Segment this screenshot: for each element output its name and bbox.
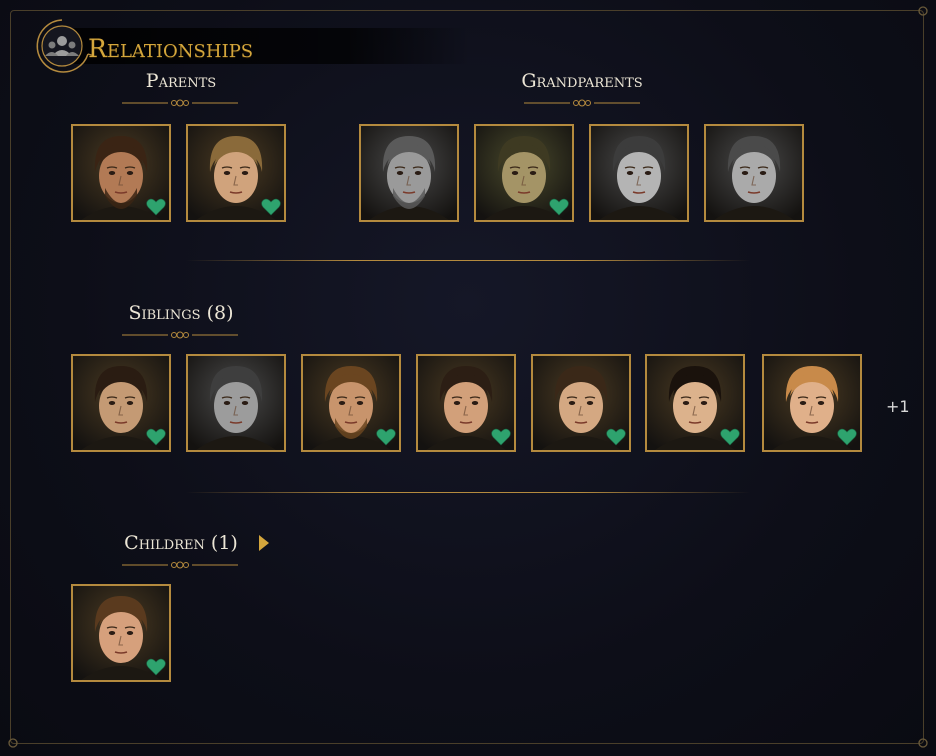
label-underline-ornament <box>122 330 238 340</box>
siblings-overflow-count[interactable]: +1 <box>886 397 910 416</box>
heart-icon <box>146 658 166 676</box>
children-expand-chevron-right-icon[interactable] <box>258 534 270 552</box>
parent-portrait[interactable] <box>186 124 286 222</box>
sibling-portrait[interactable] <box>301 354 401 452</box>
sibling-portrait[interactable] <box>531 354 631 452</box>
heart-icon <box>837 428 857 446</box>
children-portrait[interactable] <box>71 584 171 682</box>
heart-icon <box>720 428 740 446</box>
grandparent-portrait[interactable] <box>704 124 804 222</box>
heart-icon <box>261 198 281 216</box>
panel-title: Relationships <box>88 34 254 63</box>
section-label-children: Children (1) <box>124 532 238 554</box>
section-label-siblings: Siblings (8) <box>128 302 234 324</box>
label-underline-ornament <box>122 560 238 570</box>
parent-portrait[interactable] <box>71 124 171 222</box>
heart-icon <box>606 428 626 446</box>
corner-ornament-icon <box>916 4 930 18</box>
corner-ornament-icon <box>916 736 930 750</box>
heart-icon <box>549 198 569 216</box>
grandparent-portrait[interactable] <box>359 124 459 222</box>
heart-icon <box>491 428 511 446</box>
section-label-grandparents: Grandparents <box>521 70 643 92</box>
heart-icon <box>146 428 166 446</box>
sibling-portrait[interactable] <box>645 354 745 452</box>
section-label-parents: Parents <box>145 70 217 92</box>
section-divider <box>186 260 750 261</box>
sibling-portrait[interactable] <box>71 354 171 452</box>
relationships-emblem-icon <box>30 14 111 78</box>
grandparent-portrait[interactable] <box>589 124 689 222</box>
corner-ornament-icon <box>6 736 20 750</box>
sibling-portrait[interactable] <box>186 354 286 452</box>
grandparent-portrait[interactable] <box>474 124 574 222</box>
sibling-portrait[interactable] <box>762 354 862 452</box>
label-underline-ornament <box>524 98 640 108</box>
section-divider <box>186 492 750 493</box>
heart-icon <box>146 198 166 216</box>
heart-icon <box>376 428 396 446</box>
sibling-portrait[interactable] <box>416 354 516 452</box>
label-underline-ornament <box>122 98 238 108</box>
panel-header: Relationships <box>30 14 470 78</box>
